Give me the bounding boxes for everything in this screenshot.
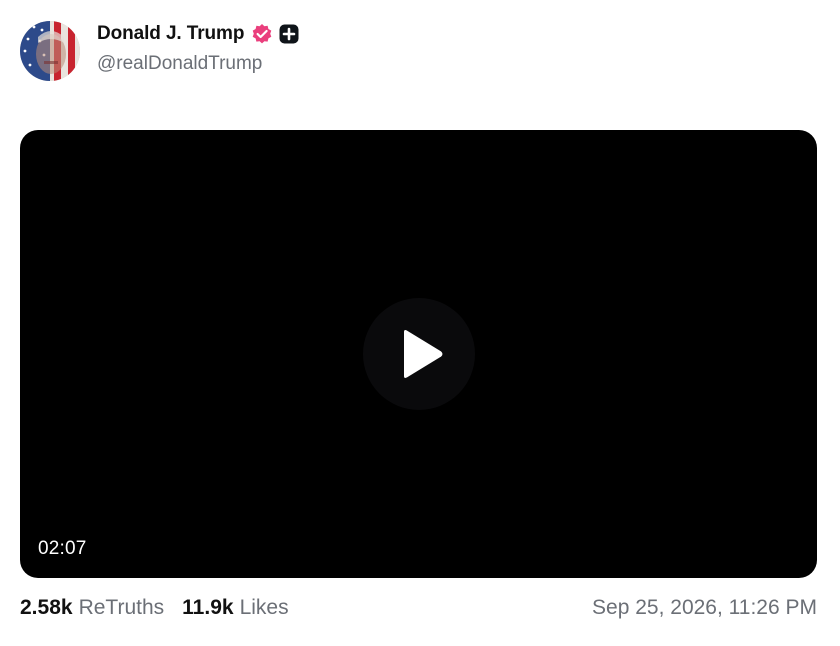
likes-count: 11.9k — [182, 596, 234, 619]
name-row: Donald J. Trump — [97, 21, 299, 47]
video-duration: 02:07 — [38, 538, 87, 559]
post-header: Donald J. Trump @realDonaldTrump — [20, 20, 299, 82]
verified-badge-icon — [251, 23, 273, 45]
author-identity: Donald J. Trump @realDonaldTrump — [97, 23, 299, 75]
retruths-stat[interactable]: 2.58k ReTruths — [20, 596, 164, 620]
play-button[interactable] — [363, 298, 475, 410]
video-player[interactable]: 02:07 — [20, 130, 817, 578]
likes-stat[interactable]: 11.9k Likes — [182, 596, 288, 620]
post-timestamp[interactable]: Sep 25, 2026, 11:26 PM — [592, 596, 817, 620]
retruths-label: ReTruths — [78, 596, 165, 619]
author-handle[interactable]: @realDonaldTrump — [97, 53, 299, 75]
retruths-count: 2.58k — [20, 596, 73, 619]
play-icon — [404, 330, 443, 378]
likes-label: Likes — [239, 596, 289, 619]
avatar-image — [20, 21, 80, 81]
avatar[interactable] — [20, 21, 80, 81]
plus-square-icon — [279, 24, 299, 44]
post-footer: 2.58k ReTruths 11.9k Likes Sep 25, 2026,… — [20, 594, 817, 622]
author-display-name[interactable]: Donald J. Trump — [97, 23, 244, 45]
truth-post: Donald J. Trump @realDonaldTrump 02:07 2… — [0, 0, 840, 646]
